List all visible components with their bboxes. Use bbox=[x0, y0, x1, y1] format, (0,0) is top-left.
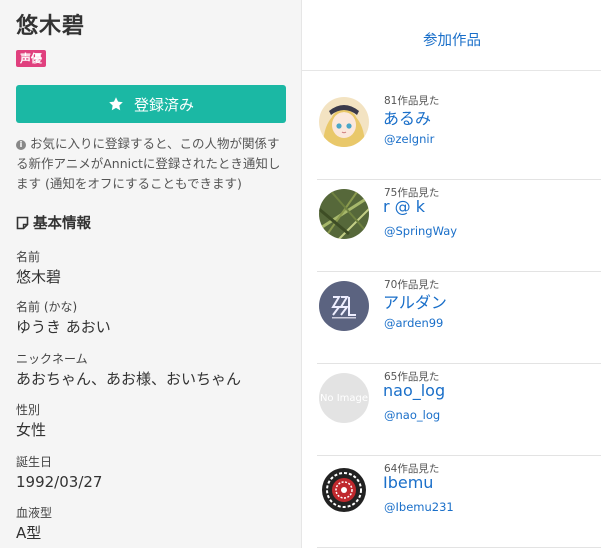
field-label: 名前 bbox=[16, 250, 41, 264]
field-value: 1992/03/27 bbox=[16, 473, 103, 491]
field-value: ゆうき あおい bbox=[16, 318, 111, 336]
field-value: A型 bbox=[16, 524, 42, 542]
field-blood-type: 血液型 A型 bbox=[16, 506, 52, 544]
basic-info-heading-text: 基本情報 bbox=[33, 216, 91, 232]
field-birthday: 誕生日 1992/03/27 bbox=[16, 455, 102, 493]
user-name[interactable]: Ibemu bbox=[383, 473, 433, 492]
user-name[interactable]: r @ k bbox=[383, 197, 425, 216]
field-name-kana: 名前 (かな) ゆうき あおい bbox=[16, 300, 111, 338]
field-name: 名前 悠木碧 bbox=[16, 250, 61, 288]
field-value: 女性 bbox=[16, 421, 47, 439]
works-panel: 参加作品 81作品見た あるみ @zelgnir 75作品見た r @ k @S… bbox=[301, 0, 601, 548]
favorite-note: i お気に入りに登録すると、この人物が関係する新作アニメがAnnictに登録された… bbox=[16, 134, 290, 194]
info-icon: i bbox=[16, 140, 26, 150]
user-name[interactable]: あるみ bbox=[383, 105, 431, 129]
user-list-item: 70作品見た アルダン @arden99 bbox=[317, 271, 601, 364]
basic-info-heading: 基本情報 bbox=[16, 212, 91, 233]
user-handle[interactable]: @nao_log bbox=[384, 408, 440, 422]
tab-works: 参加作品 bbox=[302, 0, 601, 71]
field-gender: 性別 女性 bbox=[16, 403, 46, 441]
user-name[interactable]: アルダン bbox=[383, 289, 447, 313]
field-value: 悠木碧 bbox=[16, 268, 62, 286]
field-label: 性別 bbox=[16, 403, 41, 417]
field-label: 誕生日 bbox=[16, 455, 53, 469]
document-icon bbox=[16, 216, 29, 229]
field-label: 血液型 bbox=[16, 506, 53, 520]
grass-photo-avatar[interactable] bbox=[319, 189, 369, 239]
tab-works-label[interactable]: 参加作品 bbox=[423, 29, 481, 50]
field-value: あおちゃん、あお様、おいちゃん bbox=[16, 370, 242, 388]
user-handle[interactable]: @zelgnir bbox=[384, 132, 434, 146]
ring-emblem-avatar[interactable] bbox=[319, 465, 369, 515]
user-list-item: 75作品見た r @ k @SpringWay bbox=[317, 179, 601, 272]
user-handle[interactable]: @Ibemu231 bbox=[384, 500, 454, 514]
user-list-item: 64作品見た Ibemu @Ibemu231 bbox=[317, 455, 601, 548]
favorite-note-text: お気に入りに登録すると、この人物が関係する新作アニメがAnnictに登録されたと… bbox=[16, 136, 281, 191]
person-detail-panel: 悠木碧 声優 登録済み i お気に入りに登録すると、この人物が関係する新作アニメが… bbox=[0, 0, 301, 548]
user-handle[interactable]: @SpringWay bbox=[384, 224, 457, 238]
no-image-placeholder: No Image bbox=[319, 373, 369, 423]
star-icon bbox=[109, 97, 123, 111]
no-image-avatar[interactable]: No Image bbox=[319, 373, 369, 423]
anime-girl-avatar[interactable] bbox=[319, 97, 369, 147]
ssl-logo-avatar[interactable] bbox=[319, 281, 369, 331]
occupation-badge: 声優 bbox=[16, 50, 46, 67]
favorite-button[interactable]: 登録済み bbox=[16, 85, 286, 123]
field-label: 名前 (かな) bbox=[16, 300, 78, 314]
favorite-button-label: 登録済み bbox=[133, 95, 194, 114]
user-handle[interactable]: @arden99 bbox=[384, 316, 443, 330]
field-nickname: ニックネーム あおちゃん、あお様、おいちゃん bbox=[16, 352, 241, 390]
person-name: 悠木碧 bbox=[16, 14, 86, 39]
user-list-item: No Image 65作品見た nao_log @nao_log bbox=[317, 363, 601, 456]
user-name[interactable]: nao_log bbox=[383, 381, 445, 400]
field-label: ニックネーム bbox=[16, 352, 88, 366]
user-list-item: 81作品見た あるみ @zelgnir bbox=[317, 87, 601, 180]
